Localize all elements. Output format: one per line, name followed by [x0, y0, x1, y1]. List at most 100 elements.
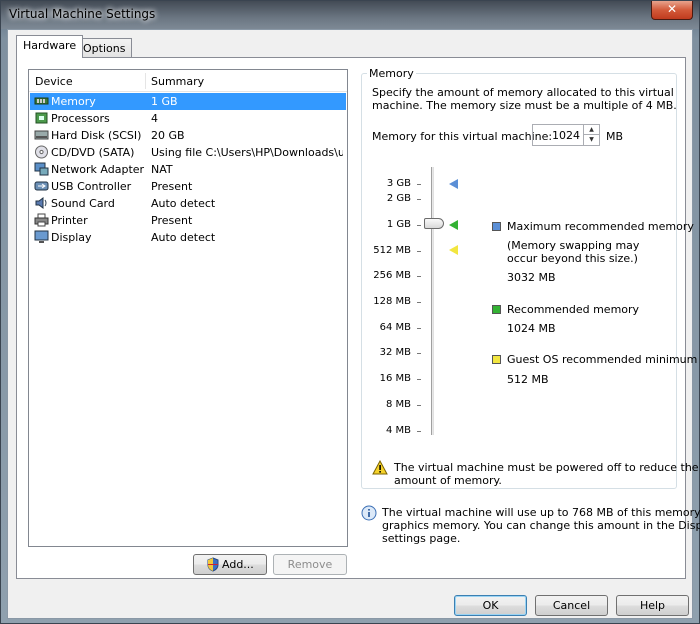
scale-label-4mb: 4 MB: [385, 425, 411, 436]
scale-label-8mb: 8 MB: [385, 399, 411, 410]
scale-label-512mb: 512 MB: [373, 245, 411, 256]
device-name: Network Adapter: [51, 163, 145, 176]
memory-icon: [34, 97, 49, 105]
title-bar[interactable]: Virtual Machine Settings ✕: [1, 1, 699, 29]
memory-slider-thumb[interactable]: [424, 218, 444, 229]
device-summary: Using file C:\Users\HP\Downloads\ub...: [151, 146, 343, 159]
scale-label-16mb: 16 MB: [379, 373, 411, 384]
shield-icon: [207, 557, 219, 572]
scale-label-64mb: 64 MB: [379, 322, 411, 333]
device-name: Memory: [51, 95, 96, 108]
warning-line2: amount of memory.: [394, 474, 502, 487]
device-row-memory[interactable]: Memory 1 GB: [30, 93, 346, 110]
window-title: Virtual Machine Settings: [9, 7, 156, 21]
add-hardware-button[interactable]: Add...: [193, 554, 267, 575]
info-line3: settings page.: [382, 532, 461, 545]
tab-hardware[interactable]: Hardware: [16, 35, 84, 58]
device-summary: 1 GB: [151, 95, 178, 108]
device-row-cd-dvd[interactable]: CD/DVD (SATA) Using file C:\Users\HP\Dow…: [30, 144, 346, 161]
column-summary[interactable]: Summary: [151, 75, 204, 88]
recommended-memory-title: Recommended memory: [507, 303, 640, 316]
min-memory-value: 512 MB: [507, 373, 549, 386]
info-icon: [361, 505, 377, 521]
scale-label-32mb: 32 MB: [379, 347, 411, 358]
max-memory-swatch: [492, 222, 501, 231]
hard-disk-icon: [34, 130, 49, 140]
recommended-memory-marker-icon: [449, 220, 458, 230]
recommended-memory-swatch: [492, 305, 501, 314]
device-name: CD/DVD (SATA): [51, 146, 135, 159]
help-button[interactable]: Help: [616, 595, 689, 616]
device-list[interactable]: Device Summary Memory 1 GB Processors 4 …: [28, 69, 348, 547]
ok-button[interactable]: OK: [454, 595, 527, 616]
display-icon: [34, 230, 49, 243]
cancel-button[interactable]: Cancel: [535, 595, 608, 616]
max-memory-note-line1: (Memory swapping may: [507, 239, 640, 252]
memory-group-label: Memory: [367, 67, 416, 80]
scale-tick: [417, 353, 421, 354]
scale-tick: [417, 184, 421, 185]
column-device[interactable]: Device: [35, 75, 73, 88]
device-row-hard-disk[interactable]: Hard Disk (SCSI) 20 GB: [30, 127, 346, 144]
info-line2: graphics memory. You can change this amo…: [382, 519, 700, 532]
scale-label-3gb: 3 GB: [386, 178, 411, 189]
device-summary: Present: [151, 180, 193, 193]
device-row-usb-controller[interactable]: USB Controller Present: [30, 178, 346, 195]
scale-tick: [417, 328, 421, 329]
spin-down-button[interactable]: ▼: [584, 135, 599, 145]
remove-hardware-button[interactable]: Remove: [273, 554, 347, 575]
close-button[interactable]: ✕: [651, 1, 693, 20]
device-summary: 4: [151, 112, 158, 125]
info-line1: The virtual machine will use up to 768 M…: [382, 506, 700, 519]
min-memory-title: Guest OS recommended minimum: [507, 353, 698, 366]
device-name: USB Controller: [51, 180, 132, 193]
memory-input[interactable]: 1024: [532, 124, 584, 146]
settings-window: Virtual Machine Settings ✕ Hardware Opti…: [0, 0, 700, 624]
device-row-display[interactable]: Display Auto detect: [30, 229, 346, 246]
sound-card-icon: [35, 197, 47, 209]
max-memory-note-line2: occur beyond this size.): [507, 252, 638, 265]
memory-field-label: Memory for this virtual machine:: [372, 130, 553, 143]
printer-icon: [34, 213, 49, 227]
scale-label-128mb: 128 MB: [373, 296, 411, 307]
scale-tick: [417, 276, 421, 277]
device-row-processors[interactable]: Processors 4: [30, 110, 346, 127]
scale-label-2gb: 2 GB: [386, 193, 411, 204]
add-button-label: Add...: [222, 558, 254, 571]
device-summary: Auto detect: [151, 197, 216, 210]
device-row-network-adapter[interactable]: Network Adapter NAT: [30, 161, 346, 178]
min-memory-swatch: [492, 355, 501, 364]
device-row-printer[interactable]: Printer Present: [30, 212, 346, 229]
device-name: Printer: [51, 214, 88, 227]
scale-tick: [417, 251, 421, 252]
processor-icon: [35, 112, 48, 124]
device-summary: NAT: [151, 163, 173, 176]
usb-controller-icon: [34, 181, 49, 191]
scale-tick: [417, 405, 421, 406]
cd-dvd-icon: [35, 145, 48, 159]
device-summary: 20 GB: [151, 129, 185, 142]
device-name: Display: [51, 231, 92, 244]
max-memory-title: Maximum recommended memory: [507, 220, 694, 233]
warning-icon: [372, 460, 388, 475]
scale-tick: [417, 431, 421, 432]
scale-tick: [417, 225, 421, 226]
device-summary: Present: [151, 214, 193, 227]
device-name: Sound Card: [51, 197, 115, 210]
scale-label-1gb: 1 GB: [386, 219, 411, 230]
scale-label-256mb: 256 MB: [373, 270, 411, 281]
min-memory-marker-icon: [449, 245, 458, 255]
memory-slider-track[interactable]: [431, 167, 434, 435]
memory-description-line1: Specify the amount of memory allocated t…: [372, 86, 674, 99]
device-row-sound-card[interactable]: Sound Card Auto detect: [30, 195, 346, 212]
tab-options[interactable]: Options: [76, 38, 133, 57]
scale-tick: [417, 302, 421, 303]
max-memory-value: 3032 MB: [507, 271, 556, 284]
warning-line1: The virtual machine must be powered off …: [394, 461, 699, 474]
memory-description-line2: machine. The memory size must be a multi…: [372, 99, 677, 112]
memory-unit-label: MB: [606, 130, 624, 143]
device-name: Hard Disk (SCSI): [51, 129, 142, 142]
spin-up-button[interactable]: ▲: [584, 125, 599, 135]
scale-tick: [417, 199, 421, 200]
scale-tick: [417, 379, 421, 380]
